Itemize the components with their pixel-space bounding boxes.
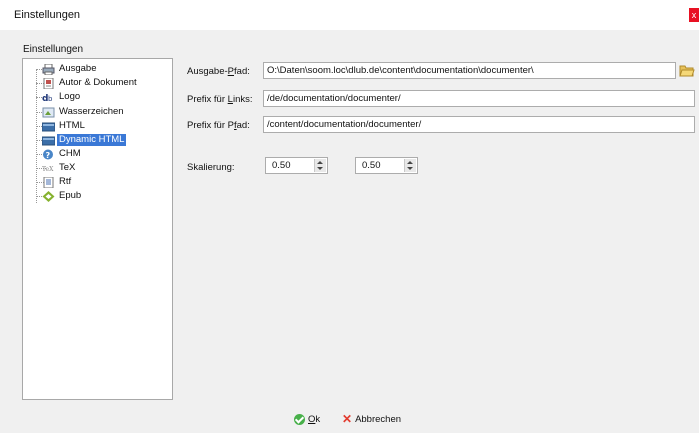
tree-item-tex[interactable]: TeX TeX — [42, 162, 77, 174]
tree-item-rtf[interactable]: Rtf — [42, 176, 73, 188]
chm-help-icon: ? — [42, 149, 55, 160]
tree-item-label: Epub — [59, 190, 82, 201]
tree-item-label: Wasserzeichen — [59, 106, 124, 117]
scaling-y-stepper[interactable]: 0.50 — [355, 157, 418, 174]
tree-item-chm[interactable]: ? CHM — [42, 148, 83, 160]
dynamic-html-icon — [41, 135, 56, 146]
folder-browse-icon[interactable] — [679, 63, 695, 77]
printer-icon — [42, 63, 55, 75]
tree-item-html[interactable]: HTML — [41, 120, 87, 132]
check-icon — [294, 414, 305, 425]
prefix-links-input[interactable]: /de/documentation/documenter/ — [263, 90, 695, 107]
tree-item-logo[interactable]: db Logo — [42, 91, 82, 104]
tree-item-label: Ausgabe — [59, 63, 97, 74]
svg-text:b: b — [48, 95, 53, 103]
title-bar: Einstellungen x — [0, 0, 699, 30]
tree-item-label: CHM — [59, 148, 81, 159]
window-title: Einstellungen — [14, 9, 81, 21]
spin-arrows-icon[interactable] — [314, 159, 326, 172]
tree-item-label: Logo — [59, 91, 81, 102]
close-button[interactable]: x — [689, 8, 699, 22]
spin-arrows-icon[interactable] — [404, 159, 416, 172]
prefix-links-label: Prefix für Links: — [187, 94, 253, 105]
tree-item-label: HTML — [59, 120, 85, 131]
settings-group-label: Einstellungen — [23, 44, 84, 55]
prefix-path-label: Prefix für Pfad: — [187, 120, 250, 131]
tree-item-label: Autor & Dokument — [59, 77, 137, 88]
ok-label: Ok — [308, 414, 321, 425]
svg-text:TeX: TeX — [42, 166, 54, 173]
scaling-y-value: 0.50 — [362, 160, 381, 171]
cancel-x-icon: ✕ — [342, 412, 353, 426]
rtf-icon — [42, 176, 55, 188]
tree-item-autor-dokument[interactable]: Autor & Dokument — [42, 77, 139, 89]
tree-item-epub[interactable]: Epub — [42, 190, 83, 202]
tree-item-wasserzeichen[interactable]: Wasserzeichen — [42, 106, 126, 118]
document-author-icon — [42, 77, 55, 89]
scaling-x-value: 0.50 — [272, 160, 291, 171]
settings-tree[interactable]: Ausgabe Autor & Dokument db Logo Wasserz… — [22, 58, 173, 400]
tree-item-label: Rtf — [59, 176, 72, 187]
tree-item-ausgabe[interactable]: Ausgabe — [42, 63, 99, 75]
output-path-input[interactable]: O:\Daten\soom.loc\dlub.de\content\docume… — [263, 62, 676, 79]
ok-button[interactable]: Ok — [294, 414, 320, 425]
watermark-icon — [42, 107, 55, 118]
html-icon — [41, 121, 56, 132]
svg-text:?: ? — [46, 151, 51, 160]
logo-icon: db — [42, 92, 55, 104]
output-path-label: Ausgabe-Pfad: — [187, 66, 250, 77]
prefix-path-input[interactable]: /content/documentation/documenter/ — [263, 116, 695, 133]
tree-item-label: TeX — [59, 162, 76, 173]
scaling-label: Skalierung: — [187, 162, 235, 173]
cancel-label: Abbrechen — [355, 414, 402, 425]
epub-icon — [42, 190, 55, 202]
tree-item-dynamic-html[interactable]: Dynamic HTML — [41, 134, 127, 146]
scaling-x-stepper[interactable]: 0.50 — [265, 157, 328, 174]
cancel-button[interactable]: ✕ Abbrechen — [342, 412, 402, 426]
tree-item-label: Dynamic HTML — [57, 134, 127, 146]
tex-icon: TeX — [42, 163, 55, 174]
